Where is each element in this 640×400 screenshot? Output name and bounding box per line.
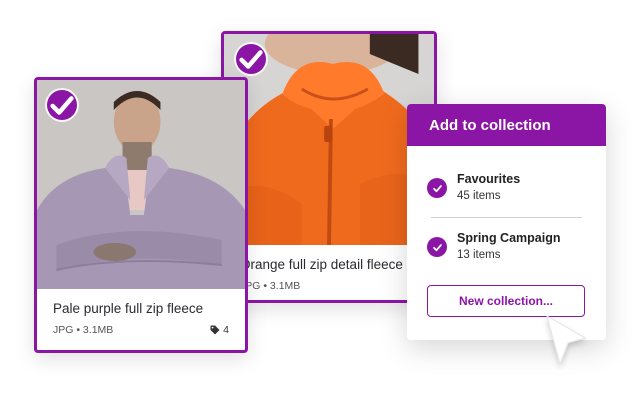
selected-checkmark-icon[interactable] (47, 90, 77, 120)
tag-count-value: 4 (223, 324, 229, 336)
arrow-cursor-icon (546, 314, 587, 366)
asset-thumbnail (224, 34, 434, 245)
tag-count[interactable]: 4 (210, 324, 229, 336)
asset-thumbnail (37, 80, 245, 289)
collection-count: 13 items (457, 249, 501, 261)
collection-checked-icon[interactable] (427, 237, 447, 257)
collection-item-favourites[interactable]: Favourites 45 items (407, 172, 606, 202)
collection-name: Spring Campaign (457, 231, 561, 245)
asset-file-info: JPG • 3.1MB (53, 324, 114, 336)
divider (431, 217, 582, 218)
popover-title: Add to collection (407, 104, 606, 146)
asset-file-info: JPG • 3.1MB (240, 280, 301, 292)
asset-card-orange-fleece[interactable]: Orange full zip detail fleece JPG • 3.1M… (221, 31, 437, 303)
tag-icon (210, 325, 220, 335)
add-to-collection-popover: Add to collection Favourites 45 items Sp… (407, 104, 606, 340)
selected-checkmark-icon[interactable] (236, 44, 266, 74)
collection-item-spring-campaign[interactable]: Spring Campaign 13 items (407, 231, 606, 261)
asset-title: Orange full zip detail fleece (240, 257, 403, 272)
asset-card-purple-fleece[interactable]: Pale purple full zip fleece JPG • 3.1MB … (34, 77, 248, 353)
collection-checked-icon[interactable] (427, 178, 447, 198)
collection-count: 45 items (457, 190, 501, 202)
asset-title: Pale purple full zip fleece (53, 301, 204, 316)
collection-name: Favourites (457, 172, 521, 186)
